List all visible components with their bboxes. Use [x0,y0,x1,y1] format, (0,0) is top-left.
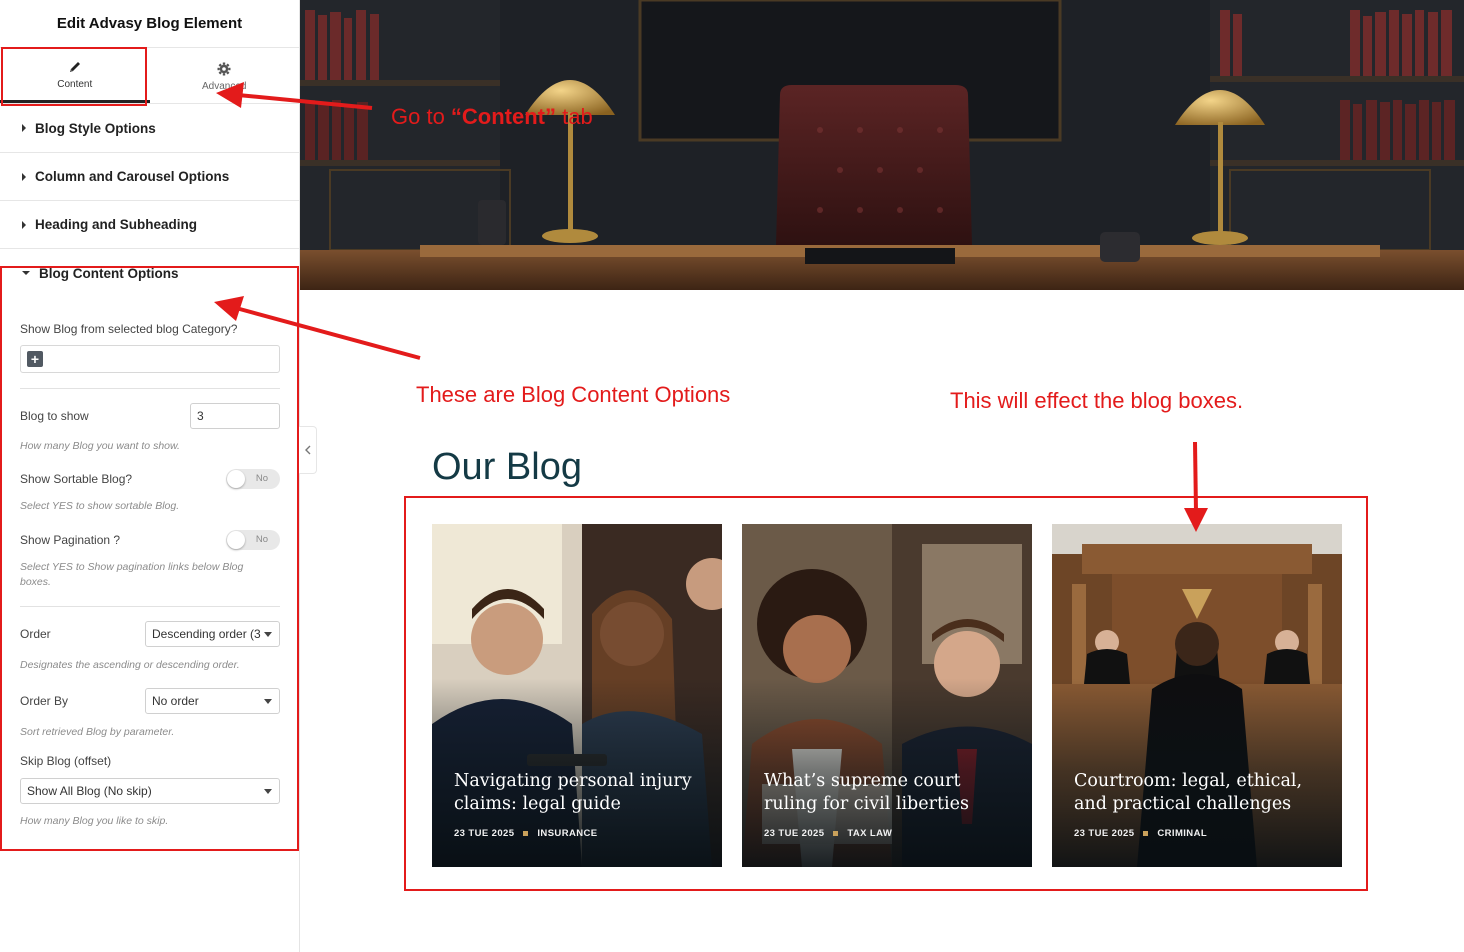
caret-right-icon [22,220,26,229]
section-column-carousel-options[interactable]: Column and Carousel Options [0,153,299,201]
content-tab-note-pre: Go to [391,104,451,129]
blog-heading: Our Blog [432,446,582,488]
panel-collapse-handle[interactable] [299,426,317,474]
content-options-note: These are Blog Content Options [416,382,731,407]
content-options-highlight [0,266,299,851]
blog-boxes-highlight [404,496,1368,891]
section-label: Column and Carousel Options [35,169,230,184]
section-blog-style-options[interactable]: Blog Style Options [0,104,299,153]
content-tab-note-bold: “Content” [450,104,557,129]
content-tab-note-post: tab [556,104,593,129]
panel-title: Edit Advasy Blog Element [0,0,299,48]
section-label: Blog Style Options [35,120,156,136]
effect-note: This will effect the blog boxes. [950,388,1244,413]
tab-advanced-label: Advanced [202,80,247,92]
content-tab-highlight [1,47,147,106]
caret-right-icon [22,124,26,132]
tab-advanced[interactable]: Advanced [150,48,300,103]
content-tab-note: Go to “Content” tab [391,104,593,130]
section-label: Heading and Subheading [35,217,198,232]
chevron-left-icon [304,445,310,455]
hero-office-image [300,0,1464,290]
gear-icon [217,60,231,78]
caret-right-icon [22,172,26,181]
section-heading-subheading[interactable]: Heading and Subheading [0,201,299,249]
